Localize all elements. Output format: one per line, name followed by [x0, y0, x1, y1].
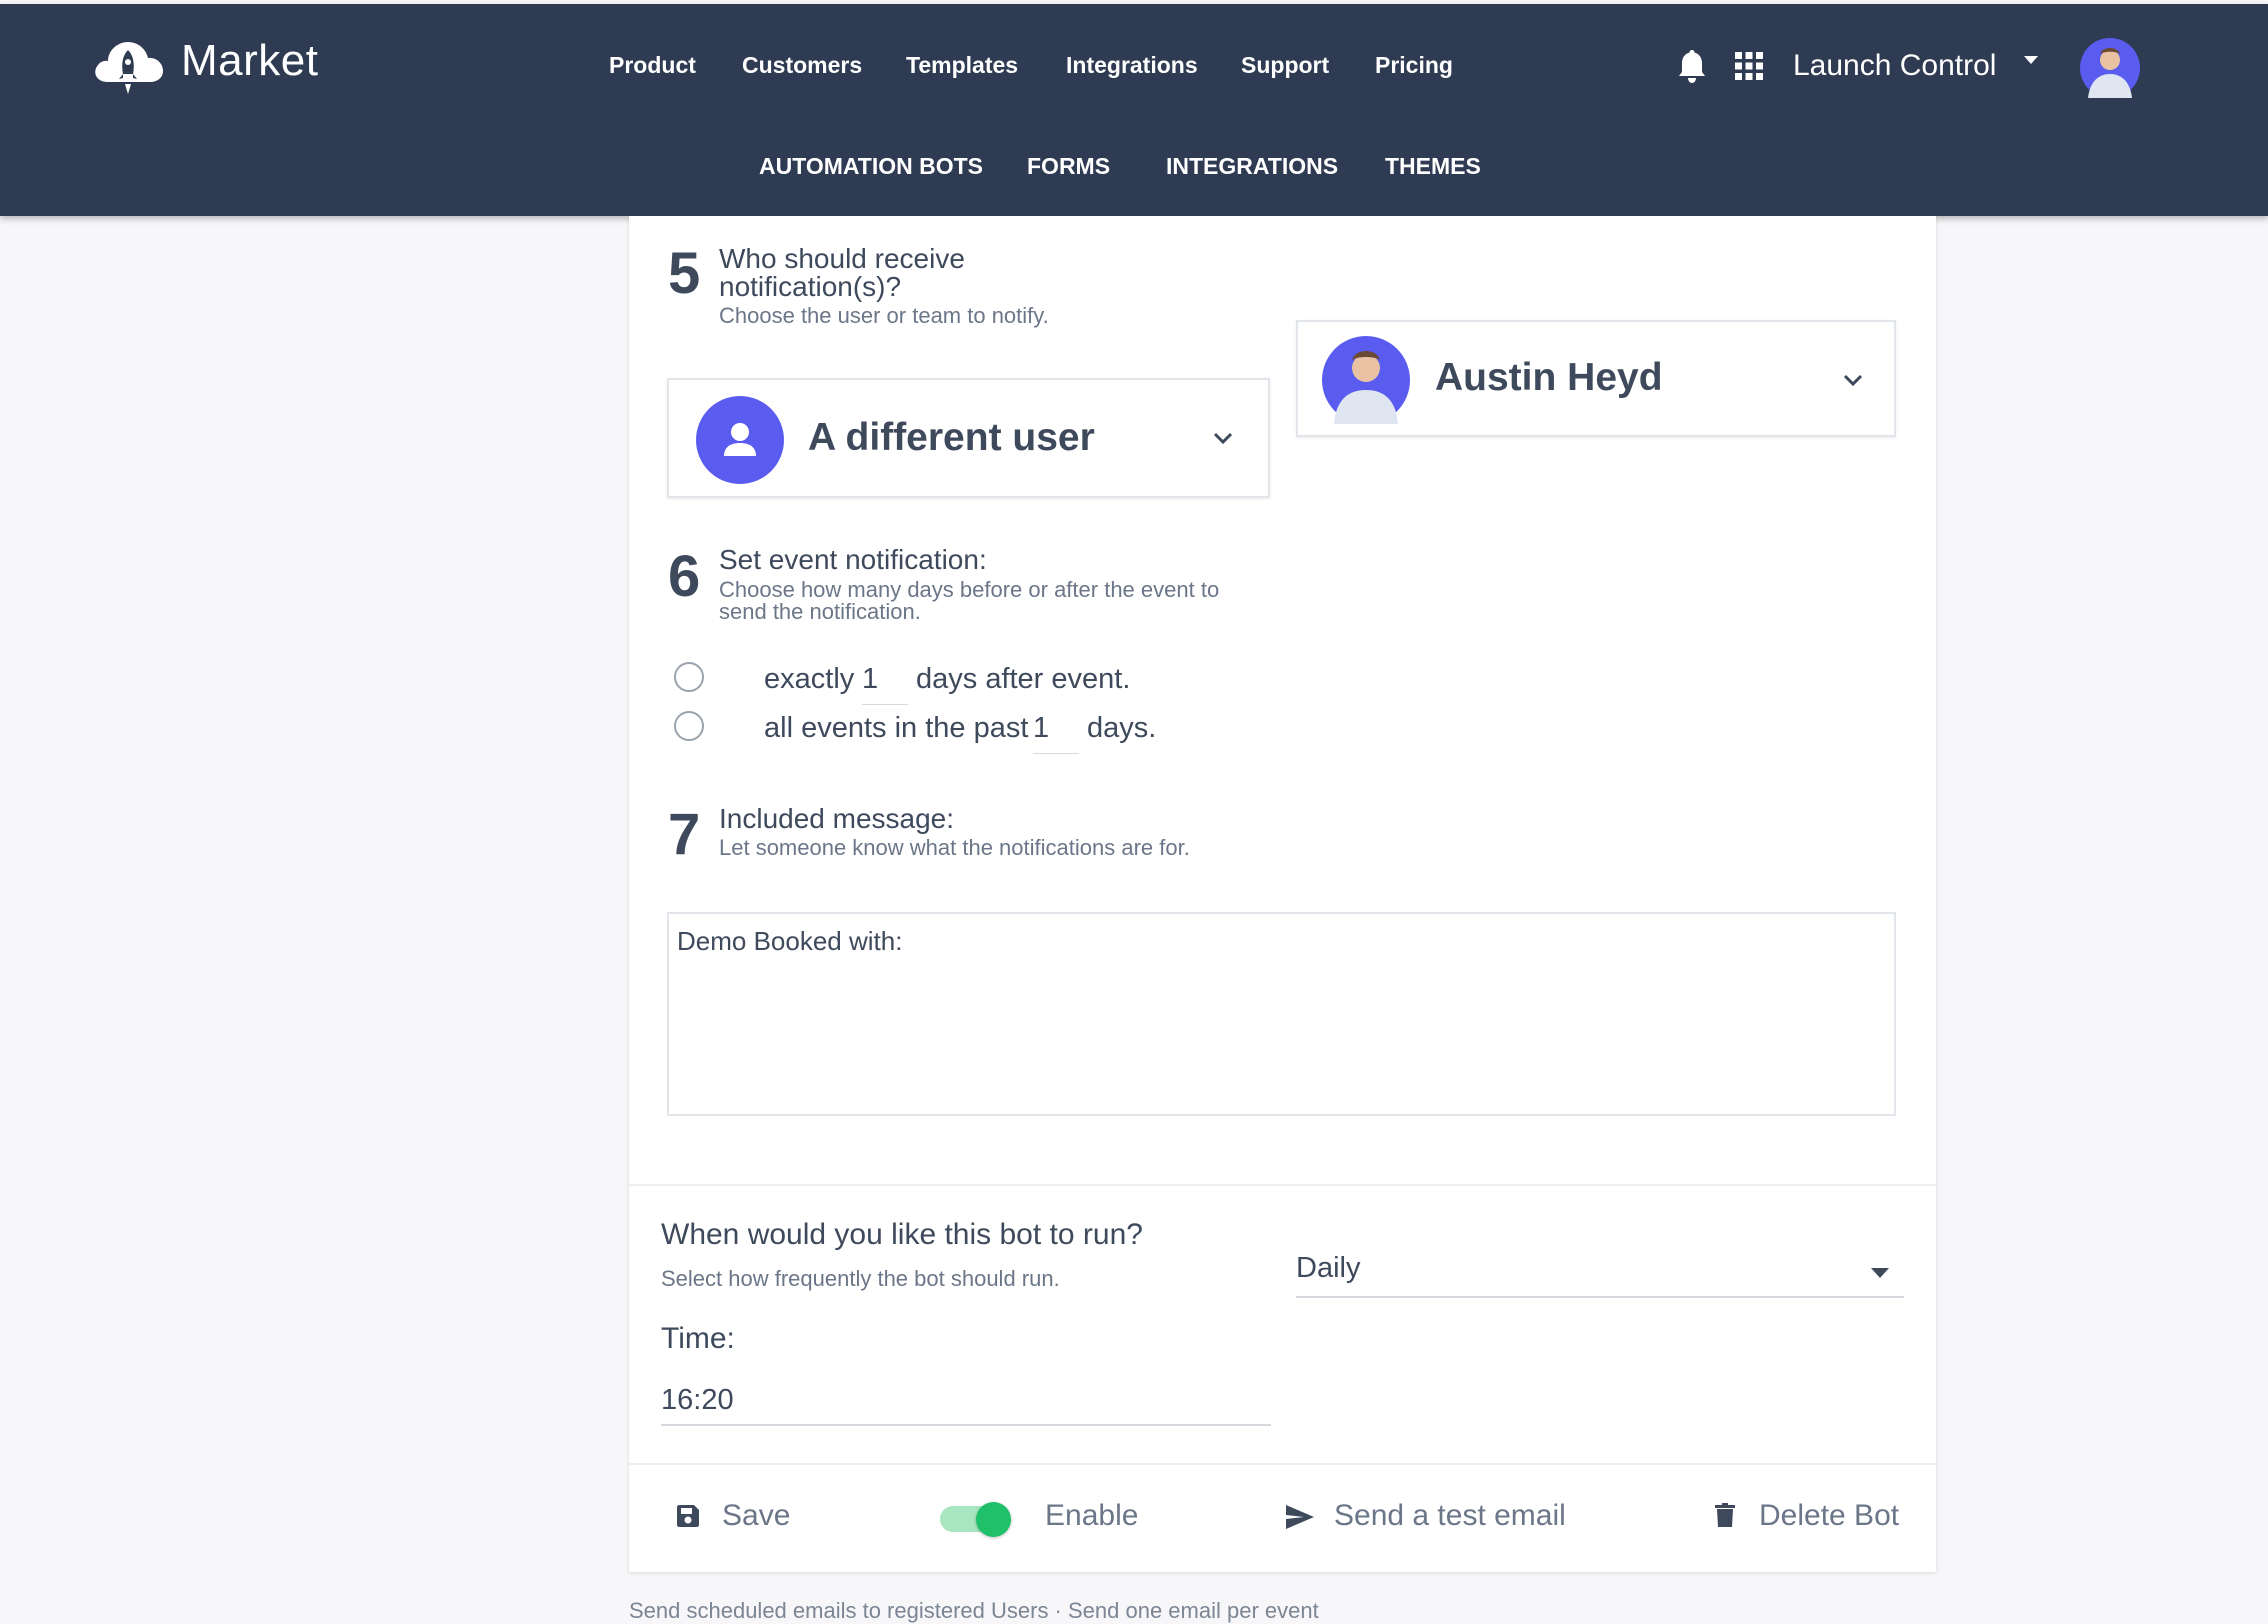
trash-icon[interactable] [1715, 1503, 1735, 1527]
step-title: Set event notification: [719, 544, 987, 575]
send-icon[interactable] [1286, 1505, 1314, 1529]
avatar[interactable] [2080, 38, 2140, 98]
chevron-down-icon [1843, 374, 1863, 386]
frequency-select[interactable]: Daily [1296, 1252, 1360, 1285]
section-divider [629, 1463, 1936, 1465]
schedule-title: When would you like this bot to run? [661, 1218, 1143, 1251]
caret-down-icon[interactable] [2024, 56, 2038, 64]
nav-support[interactable]: Support [1241, 52, 1329, 79]
nav-integrations[interactable]: Integrations [1066, 52, 1198, 79]
radio-past-days[interactable] [674, 711, 704, 741]
time-label: Time: [661, 1322, 735, 1355]
enable-toggle-knob[interactable] [976, 1502, 1011, 1537]
step-number: 5 [668, 241, 701, 306]
nav-customers[interactable]: Customers [742, 52, 862, 79]
chevron-down-icon [1213, 432, 1233, 444]
account-switcher-label[interactable]: Launch Control [1793, 49, 1996, 83]
caret-down-icon[interactable] [1871, 1268, 1889, 1278]
selected-user-name: Austin Heyd [1435, 356, 1663, 399]
subnav-forms[interactable]: FORMS [1027, 153, 1110, 180]
recipient-type-select[interactable]: A different user [667, 378, 1270, 498]
step-number: 7 [668, 802, 701, 867]
user-icon [696, 396, 784, 484]
enable-label: Enable [1045, 1499, 1139, 1532]
top-header: Market Product Customers Templates Integ… [0, 4, 2268, 216]
avatar [1322, 336, 1410, 424]
option-label: days after event. [916, 663, 1131, 695]
radio-exactly-days[interactable] [674, 662, 704, 692]
step-subtitle: Choose how many days before or after the… [719, 577, 1220, 602]
subnav-themes[interactable]: THEMES [1385, 153, 1481, 180]
save-button[interactable]: Save [722, 1499, 790, 1533]
days-after-input[interactable]: 1 [862, 663, 908, 705]
nav-templates[interactable]: Templates [906, 52, 1018, 79]
delete-bot-button[interactable]: Delete Bot [1759, 1499, 1899, 1533]
subnav-automation-bots[interactable]: AUTOMATION BOTS [759, 153, 983, 180]
section-divider [629, 1184, 1936, 1186]
time-underline [661, 1424, 1271, 1426]
step-title: Who should receive [719, 243, 965, 274]
message-textarea[interactable]: Demo Booked with: [667, 912, 1896, 1116]
time-input[interactable]: 16:20 [661, 1384, 734, 1417]
step-title: notification(s)? [719, 271, 902, 302]
past-days-input[interactable]: 1 [1033, 712, 1079, 754]
nav-product[interactable]: Product [609, 52, 696, 79]
frequency-underline [1296, 1296, 1904, 1298]
recipient-type-value: A different user [808, 416, 1095, 459]
step-title: Included message: [719, 803, 955, 834]
message-text: Demo Booked with: [677, 926, 903, 956]
send-test-email-button[interactable]: Send a test email [1334, 1499, 1566, 1533]
schedule-subtitle: Select how frequently the bot should run… [661, 1266, 1060, 1291]
bot-description: Send scheduled emails to registered User… [629, 1598, 1319, 1623]
step-subtitle: Let someone know what the notifications … [719, 835, 1190, 860]
nav-pricing[interactable]: Pricing [1375, 52, 1453, 79]
option-label: exactly [764, 663, 855, 695]
save-icon[interactable] [677, 1505, 699, 1527]
subnav-integrations[interactable]: INTEGRATIONS [1166, 153, 1338, 180]
user-select[interactable]: Austin Heyd [1296, 320, 1896, 437]
apps-grid-icon[interactable] [1735, 52, 1763, 80]
step-number: 6 [668, 544, 701, 609]
cloud-rocket-logo-icon[interactable] [90, 36, 166, 102]
step-subtitle: send the notification. [719, 599, 921, 624]
bell-icon[interactable] [1676, 48, 1708, 84]
option-label: all events in the past [764, 712, 1029, 744]
step-subtitle: Choose the user or team to notify. [719, 303, 1049, 328]
brand-name[interactable]: Market [181, 36, 318, 86]
option-label: days. [1087, 712, 1157, 744]
